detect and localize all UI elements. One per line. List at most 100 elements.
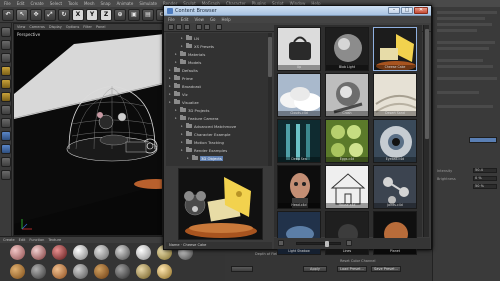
material-swatch[interactable]	[73, 245, 88, 260]
menu-tools[interactable]: Tools	[68, 1, 78, 6]
content-thumbnail[interactable]: Up	[277, 27, 321, 71]
folder-tree[interactable]: ▸ LN ▸ XS Presets ▸ Materials ▸ Models ▸ Defaults…	[166, 33, 268, 166]
brightness-field[interactable]: 0 %	[473, 176, 497, 181]
menu-edit[interactable]: Edit	[17, 1, 25, 6]
tree-item[interactable]: ▸ Defaults	[169, 67, 198, 73]
menu-mesh[interactable]: Mesh	[84, 1, 95, 6]
apply-button[interactable]: Apply	[303, 266, 327, 272]
intensity-field[interactable]: 50.4	[473, 168, 497, 173]
material-swatch[interactable]	[52, 245, 67, 260]
expand-arrow-icon[interactable]: ▸	[169, 92, 172, 96]
panel-accent-button[interactable]	[469, 137, 497, 143]
material-swatch[interactable]	[94, 245, 109, 260]
close-button[interactable]: ✕	[414, 7, 428, 14]
workplane-icon[interactable]	[0, 53, 11, 63]
material-menu-texture[interactable]: Texture	[48, 238, 61, 242]
tree-item[interactable]: ▸ Feature Camera	[175, 115, 218, 121]
expand-arrow-icon[interactable]: ▸	[181, 132, 184, 136]
move-icon[interactable]: ✥	[30, 8, 42, 21]
thumbnail-size-knob[interactable]	[325, 241, 329, 247]
coordinate-system-icon[interactable]: ⊕	[114, 8, 126, 21]
tree-scroll-thumb[interactable]	[268, 37, 272, 77]
tree-item[interactable]: ▸ Advanced Matchmove	[181, 123, 236, 129]
perspective-viewport[interactable]: View Cameras Display Options Filter Panel Per…	[13, 23, 163, 236]
rotate-icon[interactable]: ↻	[58, 8, 70, 21]
render-view-icon[interactable]: ▣	[128, 8, 140, 21]
content-thumbnail[interactable]: Deep Sea	[277, 119, 321, 163]
content-browser-titlebar[interactable]: Content Browser – □ ✕	[164, 6, 431, 16]
planar-workplane-icon[interactable]	[0, 170, 11, 180]
cb-menu-edit[interactable]: Edit	[181, 17, 189, 22]
texture-mode-icon[interactable]	[0, 40, 11, 50]
view-mode-icon[interactable]	[216, 24, 222, 30]
menu-file[interactable]: File	[4, 1, 11, 6]
model-mode-icon[interactable]	[0, 27, 11, 37]
material-swatch[interactable]	[31, 264, 46, 279]
edges-mode-icon[interactable]	[0, 79, 11, 89]
polygons-mode-icon[interactable]	[0, 92, 11, 102]
expand-arrow-icon[interactable]: ▸	[181, 124, 184, 128]
expand-arrow-icon[interactable]: ▸	[181, 36, 184, 40]
menu-simulate[interactable]: Simulate	[139, 1, 157, 6]
expand-arrow-icon[interactable]: ▸	[175, 108, 178, 112]
axis-mode-icon[interactable]	[0, 105, 11, 115]
expand-arrow-icon[interactable]: ▸	[175, 60, 178, 64]
content-thumbnail[interactable]: Crash	[325, 73, 369, 117]
material-menu-function[interactable]: Function	[29, 238, 44, 242]
load-preset-button[interactable]: Load Preset...	[337, 266, 367, 272]
material-swatch[interactable]	[31, 245, 46, 260]
grid-scrollbar[interactable]	[423, 25, 429, 237]
thumbnail-size-slider[interactable]	[296, 241, 341, 247]
tree-scrollbar[interactable]	[268, 33, 272, 166]
tree-item[interactable]: ▸ Render Examples	[181, 147, 227, 153]
search-icon[interactable]	[204, 24, 210, 30]
expand-arrow-icon[interactable]: ▸	[187, 156, 190, 160]
material-swatch[interactable]	[94, 264, 109, 279]
expand-arrow-icon[interactable]: ▸	[169, 68, 172, 72]
tree-item[interactable]: ▸ LN	[181, 35, 199, 41]
scale-icon[interactable]: ⤢	[44, 8, 56, 21]
tree-item[interactable]: ▸ Visualize	[169, 99, 199, 105]
content-thumbnail[interactable]: Clouds.c4d	[277, 73, 321, 117]
material-menu-edit[interactable]: Edit	[19, 238, 26, 242]
content-thumbnail[interactable]: Eggs.c4d	[325, 119, 369, 163]
expand-arrow-icon[interactable]: ▸	[169, 84, 172, 88]
content-thumbnail[interactable]: Eyeball.c4d	[373, 119, 417, 163]
expand-arrow-icon[interactable]: ▸	[181, 44, 184, 48]
large-icons-icon[interactable]	[346, 240, 352, 246]
dropdown-button[interactable]	[231, 266, 253, 272]
tree-item[interactable]: ▸ Motion Tracking	[181, 139, 224, 145]
expand-arrow-icon[interactable]: ▸	[181, 148, 184, 152]
tree-item[interactable]: ▸ Prime	[169, 75, 193, 81]
percent-field[interactable]: 50 %	[473, 184, 497, 189]
grid-scroll-thumb[interactable]	[425, 29, 429, 139]
small-icons-icon[interactable]	[278, 240, 284, 246]
content-thumbnail[interactable]: Joints.c4d	[373, 165, 417, 209]
tree-item[interactable]: ▸ Viz	[169, 91, 188, 97]
content-thumbnail[interactable]: House.c4d	[325, 165, 369, 209]
content-thumbnail[interactable]: Head.c4d	[277, 165, 321, 209]
points-mode-icon[interactable]	[0, 66, 11, 76]
material-swatch[interactable]	[73, 264, 88, 279]
content-thumbnail[interactable]: Cheese Cake	[373, 27, 417, 71]
tree-item[interactable]: ▸ 3D Projects	[175, 107, 210, 113]
tree-item[interactable]: ▸ XS Presets	[181, 43, 214, 49]
home-icon[interactable]	[196, 24, 202, 30]
material-swatch[interactable]	[10, 264, 25, 279]
snap-icon[interactable]	[0, 131, 11, 141]
cb-menu-view[interactable]: View	[194, 17, 204, 22]
save-preset-button[interactable]: Save Preset...	[371, 266, 401, 272]
tree-item[interactable]: ▸ Materials	[175, 51, 205, 57]
material-swatch[interactable]	[136, 264, 151, 279]
content-thumbnail[interactable]: Blob Light	[325, 27, 369, 71]
undo-icon[interactable]: ↶	[2, 8, 14, 21]
expand-arrow-icon[interactable]: ▸	[175, 116, 178, 120]
cb-menu-file[interactable]: File	[168, 17, 175, 22]
render-picture-viewer-icon[interactable]: ▤	[142, 8, 154, 21]
material-swatch[interactable]	[136, 245, 151, 260]
menu-animate[interactable]: Animate	[117, 1, 134, 6]
tree-item[interactable]: ▸ 3D Objects	[187, 155, 223, 161]
material-swatch[interactable]	[52, 264, 67, 279]
expand-arrow-icon[interactable]: ▸	[175, 52, 178, 56]
locked-workplane-icon[interactable]	[0, 157, 11, 167]
